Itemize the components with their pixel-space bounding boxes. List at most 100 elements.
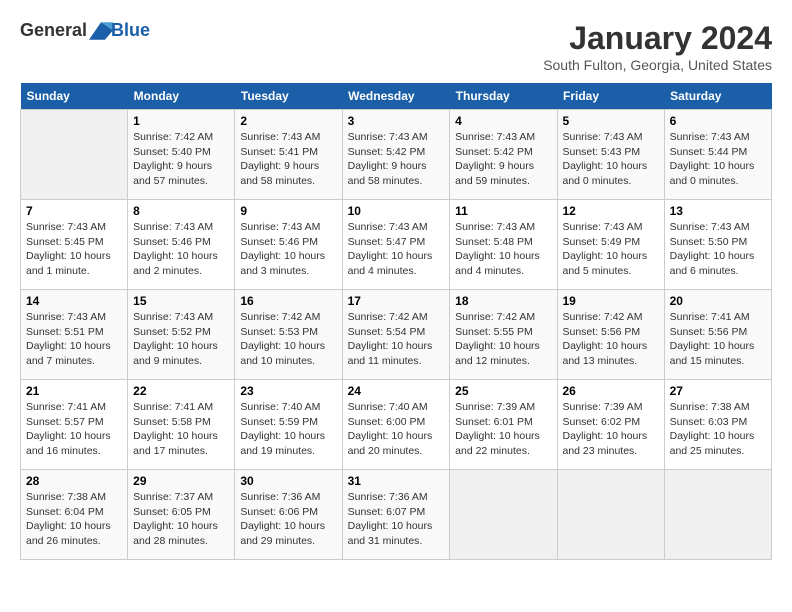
day-number: 24 <box>348 384 445 398</box>
day-info: Sunrise: 7:37 AMSunset: 6:05 PMDaylight:… <box>133 490 229 549</box>
day-number: 14 <box>26 294 122 308</box>
calendar-cell-w4-d1: 21 Sunrise: 7:41 AMSunset: 5:57 PMDayligh… <box>21 380 128 470</box>
day-info: Sunrise: 7:43 AMSunset: 5:45 PMDaylight:… <box>26 220 122 279</box>
day-info: Sunrise: 7:43 AMSunset: 5:51 PMDaylight:… <box>26 310 122 369</box>
week-row-1: 1 Sunrise: 7:42 AMSunset: 5:40 PMDaylight… <box>21 110 772 200</box>
header-saturday: Saturday <box>664 83 771 110</box>
calendar-title: January 2024 <box>543 20 772 57</box>
day-number: 6 <box>670 114 766 128</box>
day-info: Sunrise: 7:40 AMSunset: 5:59 PMDaylight:… <box>240 400 336 459</box>
day-number: 25 <box>455 384 551 398</box>
calendar-cell-w1-d2: 1 Sunrise: 7:42 AMSunset: 5:40 PMDaylight… <box>128 110 235 200</box>
day-info: Sunrise: 7:43 AMSunset: 5:46 PMDaylight:… <box>133 220 229 279</box>
day-number: 15 <box>133 294 229 308</box>
day-number: 27 <box>670 384 766 398</box>
header-tuesday: Tuesday <box>235 83 342 110</box>
calendar-cell-w3-d7: 20Sunrise: 7:41 AMSunset: 5:56 PMDayligh… <box>664 290 771 380</box>
calendar-cell-w4-d6: 26 Sunrise: 7:39 AMSunset: 6:02 PMDayligh… <box>557 380 664 470</box>
day-info: Sunrise: 7:41 AMSunset: 5:57 PMDaylight:… <box>26 400 122 459</box>
day-number: 16 <box>240 294 336 308</box>
day-info: Sunrise: 7:40 AMSunset: 6:00 PMDaylight:… <box>348 400 445 459</box>
day-info: Sunrise: 7:36 AMSunset: 6:07 PMDaylight:… <box>348 490 445 549</box>
day-info: Sunrise: 7:42 AMSunset: 5:55 PMDaylight:… <box>455 310 551 369</box>
day-info: Sunrise: 7:38 AMSunset: 6:04 PMDaylight:… <box>26 490 122 549</box>
calendar-cell-w1-d4: 3 Sunrise: 7:43 AMSunset: 5:42 PMDaylight… <box>342 110 450 200</box>
day-number: 30 <box>240 474 336 488</box>
calendar-cell-w4-d3: 23 Sunrise: 7:40 AMSunset: 5:59 PMDayligh… <box>235 380 342 470</box>
day-number: 23 <box>240 384 336 398</box>
day-info: Sunrise: 7:43 AMSunset: 5:43 PMDaylight:… <box>563 130 659 189</box>
calendar-cell-w5-d5 <box>450 470 557 560</box>
day-info: Sunrise: 7:43 AMSunset: 5:41 PMDaylight:… <box>240 130 336 189</box>
calendar-cell-w2-d3: 9Sunrise: 7:43 AMSunset: 5:46 PMDaylight… <box>235 200 342 290</box>
logo-general: General <box>20 20 87 41</box>
day-info: Sunrise: 7:43 AMSunset: 5:48 PMDaylight:… <box>455 220 551 279</box>
calendar-cell-w5-d4: 31 Sunrise: 7:36 AMSunset: 6:07 PMDayligh… <box>342 470 450 560</box>
day-info: Sunrise: 7:42 AMSunset: 5:54 PMDaylight:… <box>348 310 445 369</box>
day-number: 13 <box>670 204 766 218</box>
day-number: 21 <box>26 384 122 398</box>
calendar-cell-w5-d2: 29 Sunrise: 7:37 AMSunset: 6:05 PMDayligh… <box>128 470 235 560</box>
calendar-cell-w1-d6: 5 Sunrise: 7:43 AMSunset: 5:43 PMDaylight… <box>557 110 664 200</box>
day-info: Sunrise: 7:43 AMSunset: 5:47 PMDaylight:… <box>348 220 445 279</box>
day-info: Sunrise: 7:39 AMSunset: 6:01 PMDaylight:… <box>455 400 551 459</box>
calendar-cell-w1-d3: 2 Sunrise: 7:43 AMSunset: 5:41 PMDaylight… <box>235 110 342 200</box>
calendar-cell-w3-d3: 16 Sunrise: 7:42 AMSunset: 5:53 PMDayligh… <box>235 290 342 380</box>
day-info: Sunrise: 7:43 AMSunset: 5:50 PMDaylight:… <box>670 220 766 279</box>
logo-icon <box>89 21 113 41</box>
day-number: 2 <box>240 114 336 128</box>
day-info: Sunrise: 7:39 AMSunset: 6:02 PMDaylight:… <box>563 400 659 459</box>
calendar-cell-w5-d1: 28Sunrise: 7:38 AMSunset: 6:04 PMDayligh… <box>21 470 128 560</box>
calendar-subtitle: South Fulton, Georgia, United States <box>543 57 772 73</box>
calendar-cell-w1-d1 <box>21 110 128 200</box>
day-number: 29 <box>133 474 229 488</box>
calendar-cell-w3-d6: 19 Sunrise: 7:42 AMSunset: 5:56 PMDayligh… <box>557 290 664 380</box>
day-number: 17 <box>348 294 445 308</box>
week-row-2: 7 Sunrise: 7:43 AMSunset: 5:45 PMDaylight… <box>21 200 772 290</box>
calendar-cell-w2-d5: 11 Sunrise: 7:43 AMSunset: 5:48 PMDayligh… <box>450 200 557 290</box>
day-number: 26 <box>563 384 659 398</box>
week-row-3: 14 Sunrise: 7:43 AMSunset: 5:51 PMDayligh… <box>21 290 772 380</box>
day-number: 9 <box>240 204 336 218</box>
logo: General Blue <box>20 20 150 41</box>
day-info: Sunrise: 7:36 AMSunset: 6:06 PMDaylight:… <box>240 490 336 549</box>
calendar-cell-w2-d4: 10Sunrise: 7:43 AMSunset: 5:47 PMDayligh… <box>342 200 450 290</box>
calendar-cell-w3-d4: 17 Sunrise: 7:42 AMSunset: 5:54 PMDayligh… <box>342 290 450 380</box>
calendar-cell-w3-d1: 14 Sunrise: 7:43 AMSunset: 5:51 PMDayligh… <box>21 290 128 380</box>
day-number: 5 <box>563 114 659 128</box>
day-info: Sunrise: 7:42 AMSunset: 5:40 PMDaylight:… <box>133 130 229 189</box>
logo-blue: Blue <box>111 20 150 40</box>
calendar-cell-w2-d2: 8Sunrise: 7:43 AMSunset: 5:46 PMDaylight… <box>128 200 235 290</box>
day-info: Sunrise: 7:43 AMSunset: 5:42 PMDaylight:… <box>348 130 445 189</box>
week-row-5: 28Sunrise: 7:38 AMSunset: 6:04 PMDayligh… <box>21 470 772 560</box>
day-number: 22 <box>133 384 229 398</box>
header-monday: Monday <box>128 83 235 110</box>
calendar-cell-w2-d7: 13 Sunrise: 7:43 AMSunset: 5:50 PMDayligh… <box>664 200 771 290</box>
day-number: 3 <box>348 114 445 128</box>
calendar-cell-w4-d7: 27 Sunrise: 7:38 AMSunset: 6:03 PMDayligh… <box>664 380 771 470</box>
day-info: Sunrise: 7:43 AMSunset: 5:44 PMDaylight:… <box>670 130 766 189</box>
day-number: 7 <box>26 204 122 218</box>
calendar-cell-w1-d7: 6 Sunrise: 7:43 AMSunset: 5:44 PMDaylight… <box>664 110 771 200</box>
page-header: General Blue January 2024 South Fulton, … <box>20 20 772 73</box>
calendar-cell-w2-d6: 12 Sunrise: 7:43 AMSunset: 5:49 PMDayligh… <box>557 200 664 290</box>
header-thursday: Thursday <box>450 83 557 110</box>
day-info: Sunrise: 7:43 AMSunset: 5:49 PMDaylight:… <box>563 220 659 279</box>
day-info: Sunrise: 7:43 AMSunset: 5:42 PMDaylight:… <box>455 130 551 189</box>
day-number: 11 <box>455 204 551 218</box>
day-info: Sunrise: 7:38 AMSunset: 6:03 PMDaylight:… <box>670 400 766 459</box>
day-number: 31 <box>348 474 445 488</box>
header-friday: Friday <box>557 83 664 110</box>
header-wednesday: Wednesday <box>342 83 450 110</box>
calendar-cell-w1-d5: 4Sunrise: 7:43 AMSunset: 5:42 PMDaylight… <box>450 110 557 200</box>
day-info: Sunrise: 7:42 AMSunset: 5:53 PMDaylight:… <box>240 310 336 369</box>
day-number: 18 <box>455 294 551 308</box>
day-number: 20 <box>670 294 766 308</box>
day-number: 19 <box>563 294 659 308</box>
calendar-cell-w4-d4: 24 Sunrise: 7:40 AMSunset: 6:00 PMDayligh… <box>342 380 450 470</box>
day-number: 1 <box>133 114 229 128</box>
day-number: 12 <box>563 204 659 218</box>
calendar-cell-w4-d5: 25 Sunrise: 7:39 AMSunset: 6:01 PMDayligh… <box>450 380 557 470</box>
calendar-table: Sunday Monday Tuesday Wednesday Thursday… <box>20 83 772 560</box>
day-info: Sunrise: 7:42 AMSunset: 5:56 PMDaylight:… <box>563 310 659 369</box>
